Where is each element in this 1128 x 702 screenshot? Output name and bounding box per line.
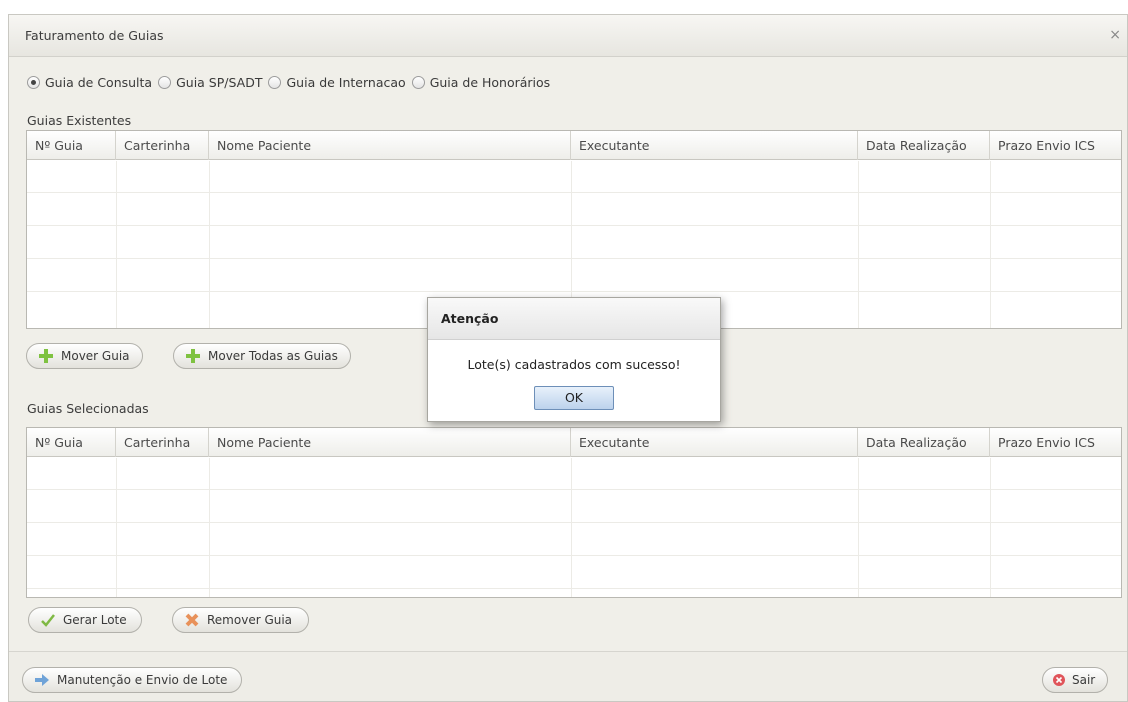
- move-guide-label: Mover Guia: [61, 349, 130, 363]
- window-title: Faturamento de Guias: [25, 28, 164, 43]
- table-header: Nº Guia Carterinha Nome Paciente Executa…: [27, 428, 1121, 457]
- radio-guia-internacao[interactable]: Guia de Internacao: [268, 74, 406, 90]
- column-divider: [858, 458, 859, 597]
- selected-guides-table[interactable]: Nº Guia Carterinha Nome Paciente Executa…: [26, 427, 1122, 598]
- radio-guia-sp-sadt[interactable]: Guia SP/SADT: [158, 75, 262, 90]
- column-divider: [209, 458, 210, 597]
- radio-guia-consulta[interactable]: Guia de Consulta: [27, 75, 152, 90]
- table-row[interactable]: [27, 260, 1121, 292]
- maintenance-send-batch-label: Manutenção e Envio de Lote: [57, 673, 228, 687]
- dialog-message: Lote(s) cadastrados com sucesso!: [467, 357, 681, 372]
- column-header-nome-paciente[interactable]: Nome Paciente: [209, 428, 571, 457]
- move-all-guides-label: Mover Todas as Guias: [208, 349, 338, 363]
- ok-button[interactable]: OK: [534, 386, 614, 410]
- table-row[interactable]: [27, 161, 1121, 193]
- column-divider: [116, 161, 117, 328]
- exit-button[interactable]: Sair: [1042, 667, 1109, 693]
- column-divider: [571, 458, 572, 597]
- remove-guide-label: Remover Guia: [207, 613, 293, 627]
- radio-label: Guia de Honorários: [429, 74, 551, 90]
- exit-label: Sair: [1072, 673, 1096, 687]
- column-divider: [116, 458, 117, 597]
- dialog-title: Atenção: [428, 298, 720, 340]
- generate-batch-label: Gerar Lote: [63, 613, 127, 627]
- table-header: Nº Guia Carterinha Nome Paciente Executa…: [27, 131, 1121, 160]
- radio-label: Guia SP/SADT: [176, 74, 263, 90]
- selected-guides-label: Guias Selecionadas: [27, 401, 149, 416]
- column-header-prazo-envio[interactable]: Prazo Envio ICS: [990, 131, 1121, 160]
- table-row[interactable]: [27, 194, 1121, 226]
- column-header-data-realizacao[interactable]: Data Realização: [858, 428, 990, 457]
- table-row[interactable]: [27, 491, 1121, 523]
- column-header-data-realizacao[interactable]: Data Realização: [858, 131, 990, 160]
- plus-icon: [37, 348, 55, 364]
- column-divider: [858, 161, 859, 328]
- column-header-executante[interactable]: Executante: [571, 428, 858, 457]
- checkmark-icon: [39, 612, 57, 628]
- column-header-prazo-envio[interactable]: Prazo Envio ICS: [990, 428, 1121, 457]
- radio-guia-honorarios[interactable]: Guia de Honorários: [411, 74, 551, 90]
- radio-unchecked-icon[interactable]: [158, 75, 172, 89]
- radio-label: Guia de Internacao: [286, 74, 406, 90]
- existing-guides-label: Guias Existentes: [27, 113, 132, 128]
- table-row[interactable]: [27, 227, 1121, 259]
- table-row[interactable]: [27, 557, 1121, 589]
- column-divider: [990, 458, 991, 597]
- close-icon[interactable]: ×: [1109, 27, 1121, 43]
- radio-unchecked-icon[interactable]: [411, 75, 425, 89]
- column-header-executante[interactable]: Executante: [571, 131, 858, 160]
- maintenance-send-batch-button[interactable]: Manutenção e Envio de Lote: [22, 667, 243, 693]
- column-header-carterinha[interactable]: Carterinha: [116, 428, 209, 457]
- table-row[interactable]: [27, 458, 1121, 490]
- column-header-numero[interactable]: Nº Guia: [27, 131, 116, 160]
- table-row[interactable]: [27, 590, 1121, 598]
- column-header-numero[interactable]: Nº Guia: [27, 428, 116, 457]
- exit-circle-icon: [1051, 672, 1067, 688]
- guide-type-radio-group: Guia de Consulta Guia SP/SADT Guia de In…: [27, 74, 556, 90]
- table-row[interactable]: [27, 524, 1121, 556]
- radio-checked-icon[interactable]: [27, 75, 40, 89]
- column-divider: [209, 161, 210, 328]
- arrow-right-icon: [33, 672, 51, 688]
- move-guide-button[interactable]: Mover Guia: [26, 343, 143, 369]
- remove-x-icon: [183, 612, 201, 628]
- remove-guide-button[interactable]: Remover Guia: [172, 607, 310, 633]
- generate-batch-button[interactable]: Gerar Lote: [28, 607, 142, 633]
- radio-unchecked-icon[interactable]: [268, 75, 282, 89]
- window-titlebar: Faturamento de Guias ×: [9, 15, 1127, 57]
- plus-icon: [184, 348, 202, 364]
- table-body: [27, 458, 1121, 597]
- radio-label: Guia de Consulta: [45, 74, 153, 90]
- window-footer: Manutenção e Envio de Lote Sair: [9, 651, 1127, 701]
- column-header-carterinha[interactable]: Carterinha: [116, 131, 209, 160]
- column-divider: [990, 161, 991, 328]
- move-all-guides-button[interactable]: Mover Todas as Guias: [173, 343, 351, 369]
- alert-dialog: Atenção Lote(s) cadastrados com sucesso!…: [427, 297, 721, 422]
- column-header-nome-paciente[interactable]: Nome Paciente: [209, 131, 571, 160]
